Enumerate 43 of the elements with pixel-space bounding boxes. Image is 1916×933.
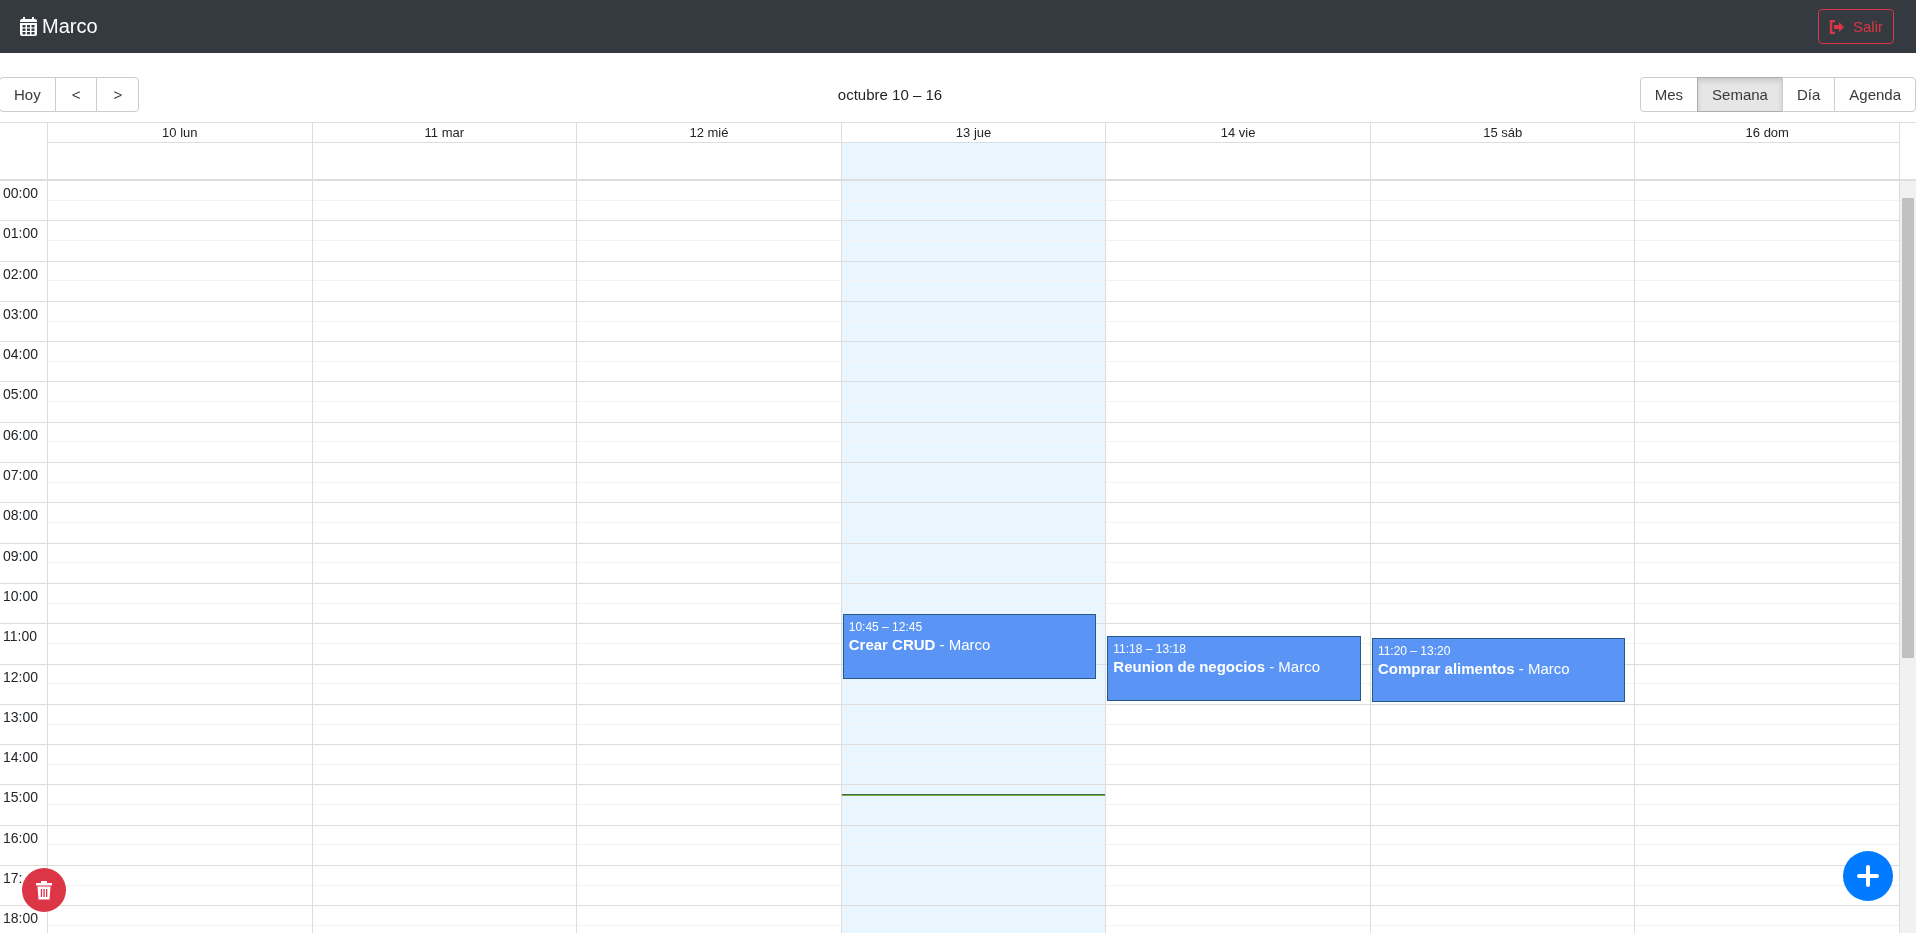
time-label: 12:00 [2, 667, 39, 685]
time-label: 02:00 [2, 264, 39, 282]
event-time: 11:18 – 13:18 [1113, 642, 1187, 657]
time-label: 00:00 [2, 184, 39, 201]
time-label: 09:00 [2, 546, 39, 564]
day-column[interactable] [312, 181, 578, 933]
plus-icon [1857, 865, 1879, 887]
logout-icon [1829, 19, 1845, 34]
calendar-icon [20, 17, 37, 36]
time-label: 01:00 [2, 224, 39, 242]
event-title: Crear CRUD - Marco [848, 636, 992, 654]
time-label: 14:00 [2, 748, 39, 766]
time-label: 11:00 [2, 627, 37, 645]
time-label: 04:00 [2, 345, 39, 363]
nav-button[interactable]: < [54, 77, 98, 112]
event-time: 11:20 – 13:20 [1377, 643, 1452, 658]
day-column[interactable] [577, 181, 842, 933]
event-title: Reunion de negocios - Marco [1113, 658, 1321, 676]
time-label: 17: [2, 869, 23, 887]
time-label: 16:00 [2, 828, 39, 846]
trash-icon [36, 880, 52, 900]
time-label: 10:00 [2, 586, 39, 604]
view-tab[interactable]: Mes [1639, 77, 1699, 112]
nav-button[interactable]: Hoy [0, 77, 56, 112]
time-label: 13:00 [2, 707, 39, 725]
scrollbar[interactable] [1900, 181, 1916, 933]
view-tab[interactable]: Semana [1697, 77, 1783, 112]
delete-button[interactable] [22, 868, 66, 912]
view-tab[interactable]: Agenda [1834, 77, 1916, 112]
brand-title: Marco [42, 15, 98, 38]
time-label: 15:00 [2, 788, 39, 806]
day-header[interactable]: 13 jue [841, 123, 1106, 143]
time-label: 06:00 [2, 425, 39, 443]
view-tab[interactable]: Día [1781, 77, 1836, 112]
time-label: 18:00 [2, 909, 39, 927]
time-label: 03:00 [2, 304, 39, 322]
time-label: 08:00 [2, 506, 39, 524]
time-label: 05:00 [2, 385, 39, 403]
nav-button[interactable]: > [96, 77, 140, 112]
time-label: 07:00 [2, 466, 39, 484]
event-title: Comprar alimentos - Marco [1377, 659, 1571, 677]
event-time: 10:45 – 12:45 [848, 620, 924, 635]
date-range-label: octubre 10 – 16 [837, 86, 943, 103]
